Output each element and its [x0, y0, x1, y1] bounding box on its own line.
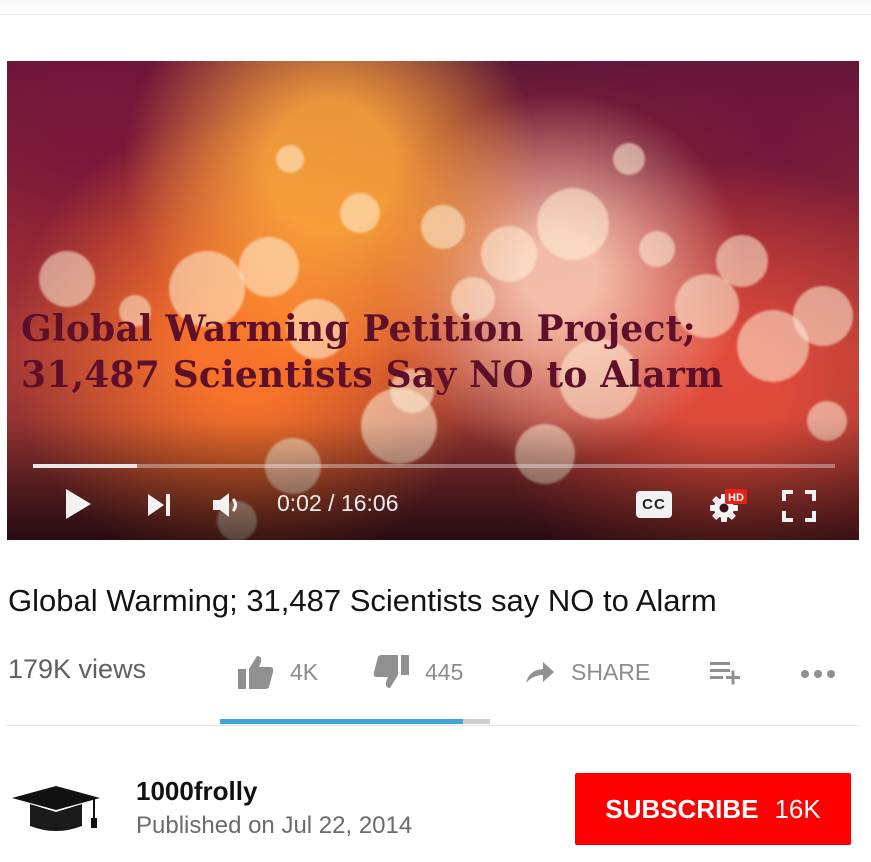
subscribe-label: SUBSCRIBE	[605, 793, 759, 824]
overlay-line-2: 31,487 Scientists Say NO to Alarm	[21, 354, 724, 396]
hd-label: HD	[728, 492, 744, 504]
publish-date: Published on Jul 22, 2014	[136, 812, 413, 839]
bokeh-circle	[340, 193, 380, 233]
top-app-bar	[0, 0, 871, 15]
subscribe-button[interactable]: SUBSCRIBE 16K	[575, 773, 851, 845]
dislike-button[interactable]: 445	[371, 650, 463, 694]
bokeh-circle	[793, 286, 853, 346]
subscriber-count: 16K	[774, 793, 821, 824]
bokeh-circle	[537, 188, 609, 260]
video-title: Global Warming; 31,487 Scientists say NO…	[8, 583, 717, 618]
channel-avatar[interactable]	[8, 784, 104, 836]
progress-bar[interactable]	[33, 464, 835, 468]
cc-label: CC	[642, 496, 666, 513]
more-horizontal-icon	[801, 670, 835, 678]
fullscreen-icon[interactable]	[781, 489, 817, 523]
add-to-playlist-icon	[710, 662, 740, 685]
overlay-line-1: Global Warming Petition Project;	[21, 308, 696, 350]
progress-played	[33, 464, 138, 468]
bokeh-circle	[613, 143, 645, 175]
dislike-count: 445	[425, 658, 464, 685]
bokeh-circle	[239, 237, 299, 297]
share-label: SHARE	[571, 658, 651, 685]
like-ratio-fill	[220, 719, 463, 724]
bokeh-circle	[421, 205, 465, 249]
share-arrow-icon	[526, 662, 554, 683]
bokeh-circle	[276, 145, 304, 173]
hd-badge: HD	[725, 489, 747, 504]
channel-name[interactable]: 1000frolly	[136, 776, 257, 807]
time-display: 0:02 / 16:06	[277, 490, 399, 516]
bokeh-circle	[481, 226, 537, 282]
bokeh-circle	[639, 231, 675, 267]
thumbs-up-icon	[238, 656, 274, 689]
next-icon[interactable]	[145, 491, 175, 519]
video-player[interactable]: Global Warming Petition Project; 31,487 …	[7, 61, 859, 540]
share-button[interactable]: SHARE	[523, 650, 650, 694]
more-actions-button[interactable]	[800, 650, 840, 694]
cc-icon[interactable]: CC	[636, 491, 672, 518]
play-icon[interactable]	[62, 486, 94, 522]
save-to-playlist-button[interactable]	[708, 650, 744, 694]
like-count: 4K	[290, 658, 319, 685]
like-button[interactable]: 4K	[236, 650, 318, 694]
section-divider	[7, 725, 859, 726]
volume-icon[interactable]	[211, 490, 245, 520]
video-overlay-title: Global Warming Petition Project; 31,487 …	[21, 306, 723, 398]
view-count: 179K views	[8, 654, 147, 684]
bokeh-circle	[39, 251, 95, 307]
like-dislike-ratio-bar	[220, 719, 490, 724]
thumbs-down-icon	[373, 655, 409, 688]
